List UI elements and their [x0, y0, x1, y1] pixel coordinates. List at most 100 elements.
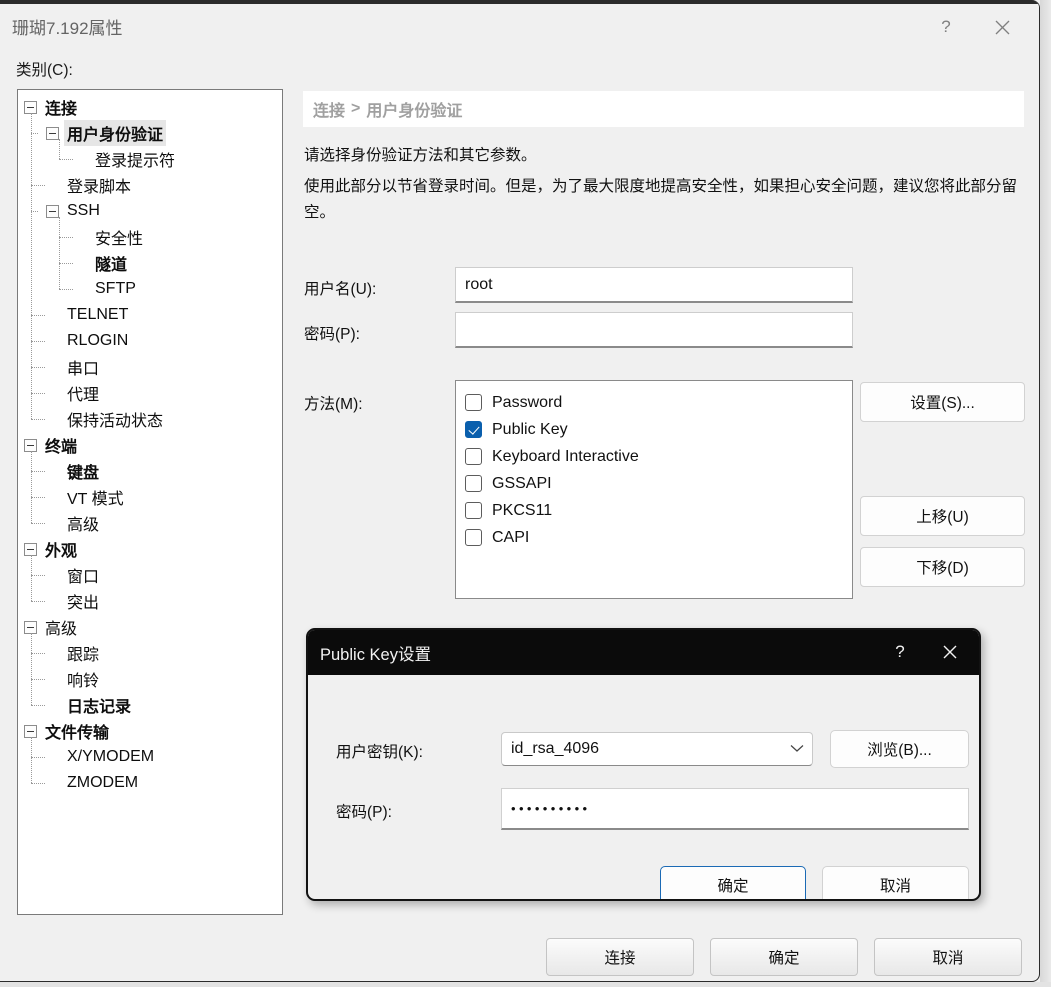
properties-button[interactable]: 设置(S)...: [860, 382, 1025, 422]
tree-item[interactable]: 串口: [18, 354, 282, 380]
tree-item[interactable]: 登录提示符: [18, 146, 282, 172]
tree-item[interactable]: 安全性: [18, 224, 282, 250]
tree-item[interactable]: 突出: [18, 588, 282, 614]
help-icon[interactable]: ?: [923, 8, 969, 46]
checkbox-checked-icon[interactable]: [465, 421, 482, 438]
tree-item[interactable]: TELNET: [18, 302, 282, 328]
tree-item[interactable]: VT 模式: [18, 484, 282, 510]
tree-item-label: 串口: [67, 361, 100, 378]
category-tree[interactable]: 连接 用户身份验证 登录提示符登录脚本 SSH 安全性隧道 SFTP TELNET RLOGI…: [17, 89, 283, 915]
password-input[interactable]: [455, 312, 853, 348]
user-key-dropdown[interactable]: id_rsa_4096: [501, 732, 813, 766]
tree-item-label: 登录脚本: [67, 179, 132, 196]
cancel-button[interactable]: 取消: [874, 938, 1022, 976]
modal-close-icon[interactable]: [929, 632, 971, 672]
tree-collapse-icon[interactable]: [24, 542, 37, 556]
tree-item[interactable]: 响铃: [18, 666, 282, 692]
tree-item-label: 跟踪: [67, 647, 100, 664]
checkbox-icon[interactable]: [465, 394, 482, 411]
tree-collapse-icon[interactable]: [24, 100, 37, 114]
tree-item[interactable]: 用户身份验证: [18, 120, 282, 146]
modal-body: 用户密钥(K): id_rsa_4096 浏览(B)... 密码(P): •••…: [308, 675, 979, 899]
modal-cancel-button[interactable]: 取消: [822, 866, 969, 899]
tree-item-label: 突出: [67, 595, 100, 612]
tree-item-label: 用户身份验证: [64, 120, 167, 146]
close-icon[interactable]: [979, 8, 1025, 46]
checkbox-icon[interactable]: [465, 448, 482, 465]
method-row[interactable]: GSSAPI: [465, 470, 852, 497]
tree-item[interactable]: 终端: [18, 432, 282, 458]
modal-help-icon[interactable]: ?: [879, 632, 921, 672]
username-label: 用户名(U):: [304, 281, 377, 298]
tree-item[interactable]: ZMODEM: [18, 770, 282, 796]
tree-item[interactable]: 代理: [18, 380, 282, 406]
tree-guide-line: [31, 451, 32, 523]
move-up-button[interactable]: 上移(U): [860, 496, 1025, 536]
tree-item[interactable]: 外观: [18, 536, 282, 562]
tree-item-label: 隧道: [95, 257, 128, 274]
modal-ok-button[interactable]: 确定: [660, 866, 806, 899]
tree-item-label: 窗口: [67, 569, 100, 586]
method-row[interactable]: Password: [465, 389, 852, 416]
checkbox-icon[interactable]: [465, 502, 482, 519]
tree-item[interactable]: RLOGIN: [18, 328, 282, 354]
tree-item-label: 响铃: [67, 673, 100, 690]
checkbox-icon[interactable]: [465, 475, 482, 492]
method-label: GSSAPI: [492, 474, 552, 492]
method-row[interactable]: Public Key: [465, 416, 852, 443]
tree-guide-line: [31, 419, 45, 420]
move-down-button[interactable]: 下移(D): [860, 547, 1025, 587]
tree-item[interactable]: SSH: [18, 198, 282, 224]
modal-password-input[interactable]: ••••••••••: [501, 788, 969, 830]
tree-collapse-icon[interactable]: [46, 204, 59, 218]
tree-item[interactable]: 保持活动状态: [18, 406, 282, 432]
tree-item[interactable]: 文件传输: [18, 718, 282, 744]
tree-guide-line: [31, 367, 45, 368]
tree-item[interactable]: 日志记录: [18, 692, 282, 718]
method-row[interactable]: CAPI: [465, 524, 852, 551]
desktop-background-right: [1040, 0, 1051, 987]
tree-item[interactable]: SFTP: [18, 276, 282, 302]
tree-collapse-icon[interactable]: [24, 724, 37, 738]
methods-list[interactable]: Password Public Key Keyboard Interactive GS…: [455, 380, 853, 599]
tree-item[interactable]: 连接: [18, 94, 282, 120]
method-row[interactable]: Keyboard Interactive: [465, 443, 852, 470]
tree-item-label: 终端: [45, 439, 78, 456]
tree-item[interactable]: 键盘: [18, 458, 282, 484]
tree-guide-line: [31, 393, 45, 394]
tree-item[interactable]: 隧道: [18, 250, 282, 276]
username-input[interactable]: root: [455, 267, 853, 303]
tree-item[interactable]: 登录脚本: [18, 172, 282, 198]
connect-button[interactable]: 连接: [546, 938, 694, 976]
tree-item-label: RLOGIN: [67, 332, 129, 349]
browse-button[interactable]: 浏览(B)...: [830, 730, 969, 768]
tree-collapse-icon[interactable]: [24, 620, 37, 634]
tree-item[interactable]: 高级: [18, 614, 282, 640]
tree-guide-line: [31, 575, 45, 576]
method-label: Keyboard Interactive: [492, 447, 639, 465]
tree-item[interactable]: 窗口: [18, 562, 282, 588]
tree-collapse-icon[interactable]: [24, 438, 37, 452]
tree-item-label: 文件传输: [45, 725, 110, 742]
tree-guide-line: [31, 653, 45, 654]
tree-item[interactable]: 跟踪: [18, 640, 282, 666]
tree-guide-line: [31, 133, 38, 134]
tree-guide-line: [31, 633, 32, 705]
ok-button[interactable]: 确定: [710, 938, 858, 976]
tree-item[interactable]: X/YMODEM: [18, 744, 282, 770]
tree-item[interactable]: 高级: [18, 510, 282, 536]
method-row[interactable]: PKCS11: [465, 497, 852, 524]
tree-collapse-icon[interactable]: [46, 126, 59, 140]
tree-guide-line: [59, 217, 60, 289]
checkbox-icon[interactable]: [465, 529, 482, 546]
tree-guide-line: [31, 705, 45, 706]
modal-userkey-label: 用户密钥(K):: [336, 744, 423, 761]
